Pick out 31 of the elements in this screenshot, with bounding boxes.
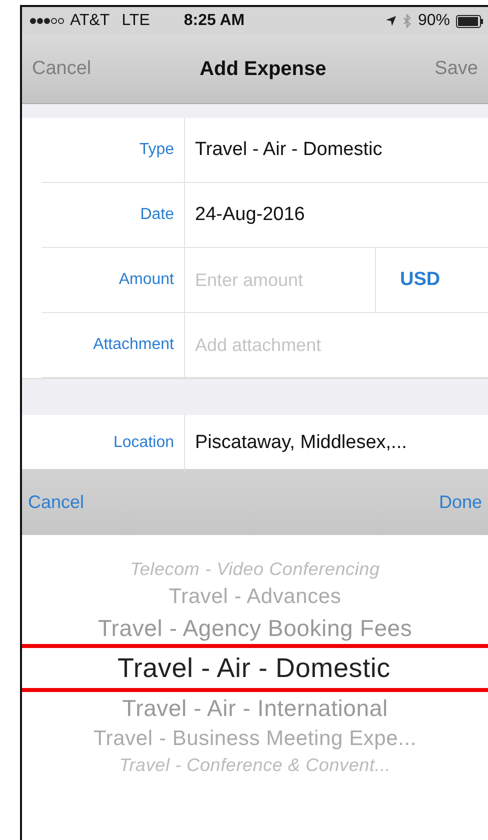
carrier-text: AT&T xyxy=(70,12,110,30)
network-text: LTE xyxy=(122,12,150,30)
picker-option[interactable]: Travel - Agency Booking Fees xyxy=(98,612,412,644)
cancel-button[interactable]: Cancel xyxy=(28,492,84,512)
picker-option[interactable]: Travel - Air - Domestic xyxy=(22,644,488,692)
picker-option[interactable]: Travel - Business Meeting Expe... xyxy=(93,724,417,754)
picker-option[interactable]: Telecom - Video Conferencing xyxy=(130,557,380,582)
field-label: Location xyxy=(112,434,175,452)
screen-title: Add Expense xyxy=(200,58,326,80)
currency-button[interactable]: USD xyxy=(375,248,440,312)
save-button[interactable]: Save xyxy=(434,58,478,80)
battery-text: 90% xyxy=(418,12,450,30)
input-field[interactable]: Enter amount xyxy=(195,266,365,294)
field-label: Type xyxy=(138,141,175,159)
bluetooth-icon xyxy=(402,14,412,28)
picker-option[interactable]: Travel - Conference & Convent... xyxy=(119,753,391,779)
done-button[interactable]: Done xyxy=(438,492,482,512)
cancel-button[interactable]: Cancel xyxy=(32,58,92,80)
field-value[interactable]: Travel - Air - Domestic xyxy=(195,139,382,161)
picker-option[interactable]: Travel - Air - International xyxy=(122,692,388,724)
field-label: Amount xyxy=(118,271,175,289)
clock-text: 8:25 AM xyxy=(184,12,245,30)
field-value[interactable]: Piscataway, Middlesex,... xyxy=(195,432,407,454)
field-label: Attachment xyxy=(92,336,175,354)
location-arrow-icon xyxy=(384,15,397,27)
battery-icon xyxy=(456,14,484,28)
picker-option[interactable]: Travel - Advances xyxy=(168,582,342,612)
signal-icon xyxy=(30,18,64,24)
field-value[interactable]: 24-Aug-2016 xyxy=(195,204,305,226)
input-field[interactable]: Add attachment xyxy=(195,330,365,360)
field-label: Date xyxy=(139,206,175,224)
